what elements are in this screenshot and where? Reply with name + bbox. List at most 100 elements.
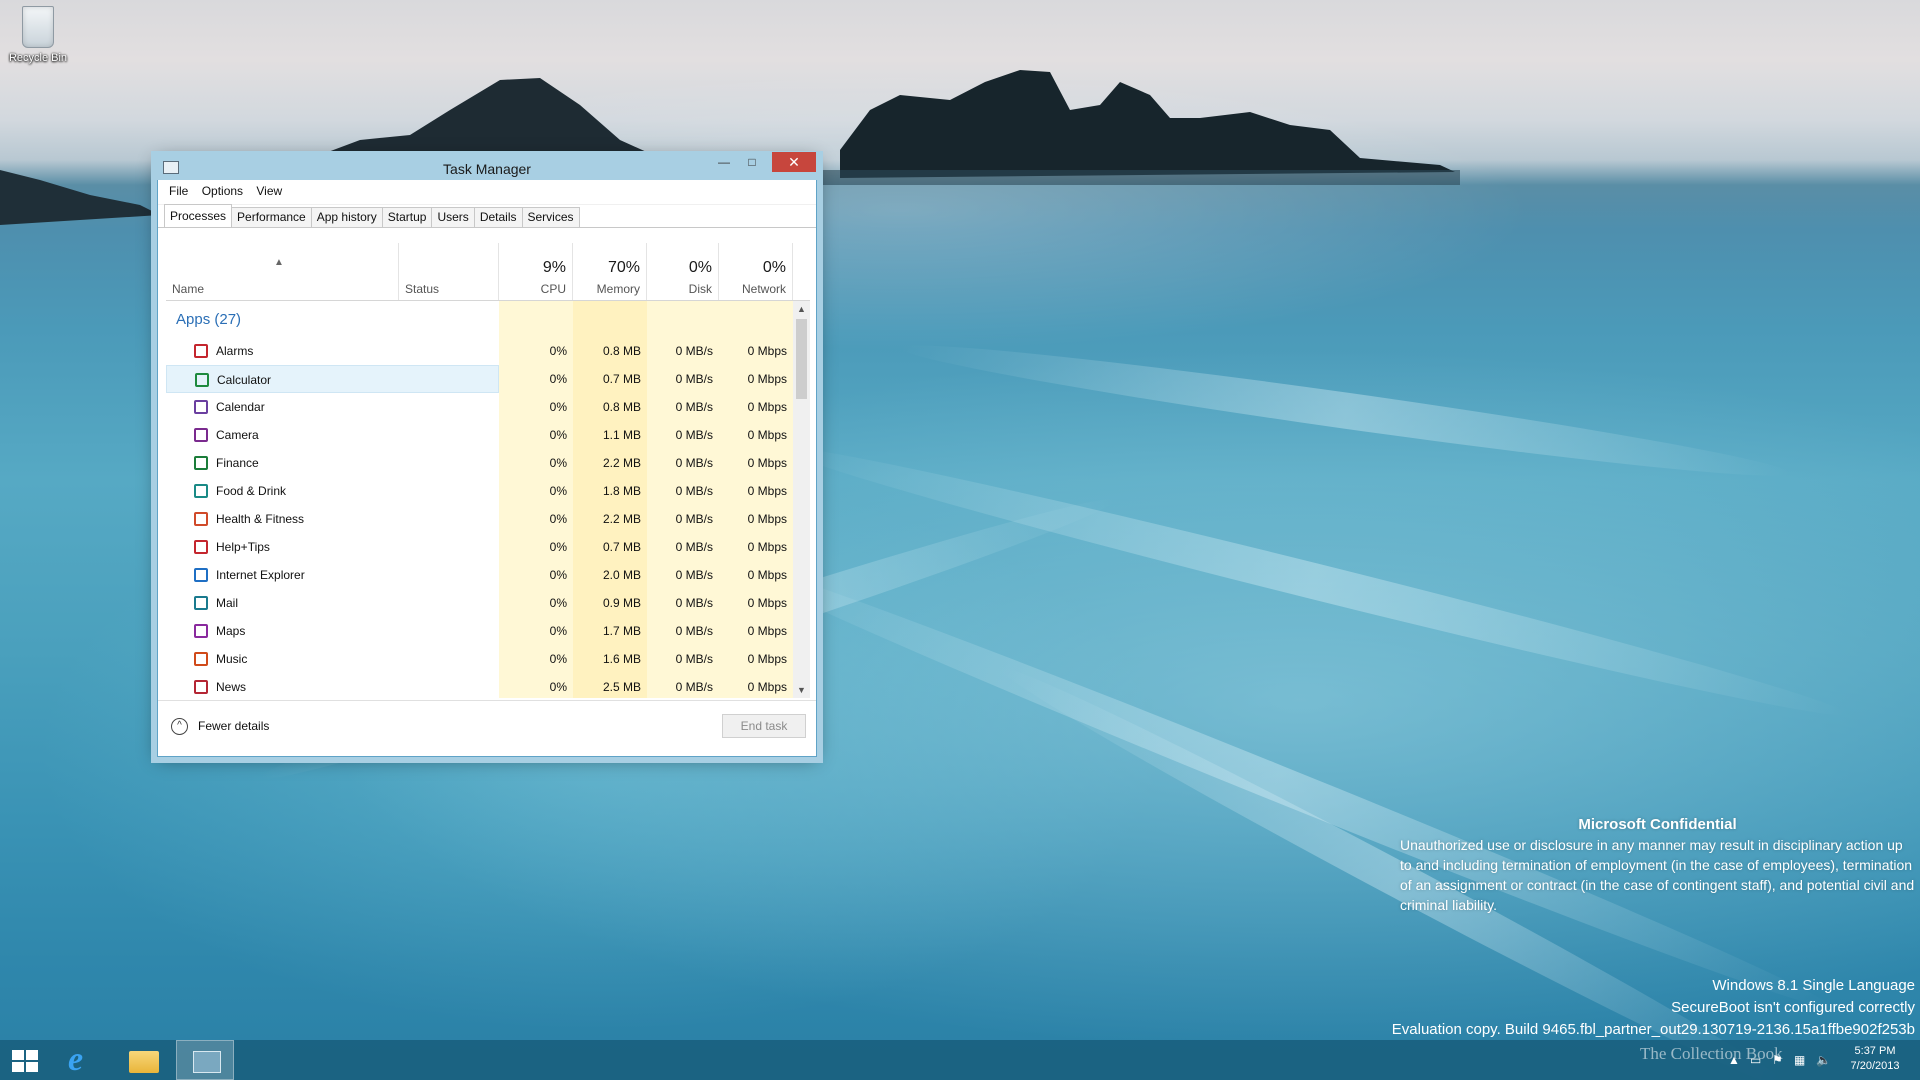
cell-disk: 0 MB/s [647, 505, 719, 533]
table-row[interactable]: Finance 0% 2.2 MB 0 MB/s 0 Mbps [166, 449, 793, 477]
build-edition: Windows 8.1 Single Language [1712, 977, 1915, 994]
cell-disk: 0 MB/s [647, 561, 719, 589]
column-header-name[interactable]: ▲ Name [166, 243, 399, 300]
taskbar-file-explorer[interactable] [116, 1040, 172, 1080]
tab-performance[interactable]: Performance [231, 207, 312, 227]
health-fitness-icon [194, 512, 208, 526]
cell-disk: 0 MB/s [647, 477, 719, 505]
cell-network: 0 Mbps [719, 645, 793, 673]
table-row[interactable]: Food & Drink 0% 1.8 MB 0 MB/s 0 Mbps [166, 477, 793, 505]
tab-services[interactable]: Services [521, 207, 580, 227]
cell-name: Alarms [166, 337, 499, 365]
chevron-up-icon[interactable]: ^ [171, 718, 188, 735]
show-hidden-icons-icon[interactable]: ▲ [1728, 1053, 1740, 1067]
tab-startup[interactable]: Startup [381, 207, 433, 227]
menu-file[interactable]: File [164, 182, 193, 200]
cell-memory: 0.8 MB [573, 337, 647, 365]
vertical-scrollbar[interactable]: ▲ ▼ [793, 301, 810, 698]
cell-memory: 2.0 MB [573, 561, 647, 589]
table-body: Apps (27) Alarms 0% 0.8 MB 0 MB/s 0 Mbps Calc… [166, 301, 793, 698]
column-header-disk[interactable]: 0% Disk [647, 243, 719, 300]
table-row[interactable]: News 0% 2.5 MB 0 MB/s 0 Mbps [166, 673, 793, 698]
cell-cpu: 0% [499, 449, 573, 477]
tab-strip: Processes Performance App history Startu… [158, 204, 816, 228]
cell-network: 0 Mbps [719, 617, 793, 645]
menu-view[interactable]: View [251, 182, 287, 200]
scroll-down-icon[interactable]: ▼ [793, 682, 810, 698]
taskbar-internet-explorer[interactable]: e [56, 1040, 112, 1080]
table-row[interactable]: Music 0% 1.6 MB 0 MB/s 0 Mbps [166, 645, 793, 673]
taskbar: e The Collection Book ▲ ▭ ⚑ ▦ 🔈 5:37 PM … [0, 1040, 1920, 1080]
cell-disk: 0 MB/s [647, 365, 719, 393]
internet-explorer-icon [194, 568, 208, 582]
cell-cpu: 0% [499, 477, 573, 505]
table-row[interactable]: Camera 0% 1.1 MB 0 MB/s 0 Mbps [166, 421, 793, 449]
process-name: Calendar [216, 400, 265, 414]
tab-app-history[interactable]: App history [310, 207, 383, 227]
process-name: Music [216, 652, 248, 666]
process-name: Health & Fitness [216, 512, 305, 526]
recycle-bin-shortcut[interactable]: Recycle Bin [4, 6, 72, 64]
menu-options[interactable]: Options [197, 182, 248, 200]
process-table: ▲ Name Status 9% CPU 70% Memory 0% Disk [166, 243, 810, 698]
cell-network: 0 Mbps [719, 477, 793, 505]
cell-memory: 1.8 MB [573, 477, 647, 505]
table-row[interactable]: Help+Tips 0% 0.7 MB 0 MB/s 0 Mbps [166, 533, 793, 561]
column-header-status[interactable]: Status [399, 243, 499, 300]
cell-name: Food & Drink [166, 477, 499, 505]
folder-icon [129, 1051, 159, 1073]
tab-processes[interactable]: Processes [164, 204, 233, 227]
confidential-watermark: Microsoft Confidential Unauthorized use … [1400, 815, 1915, 915]
table-row[interactable]: Calendar 0% 0.8 MB 0 MB/s 0 Mbps [166, 393, 793, 421]
end-task-button[interactable]: End task [722, 714, 806, 738]
tab-details[interactable]: Details [473, 207, 523, 227]
process-name: Maps [216, 624, 246, 638]
group-row-apps[interactable]: Apps (27) [166, 301, 793, 337]
battery-icon[interactable]: ▭ [1750, 1053, 1761, 1067]
table-header: ▲ Name Status 9% CPU 70% Memory 0% Disk [166, 243, 810, 301]
column-header-network[interactable]: 0% Network [719, 243, 793, 300]
table-row[interactable]: Alarms 0% 0.8 MB 0 MB/s 0 Mbps [166, 337, 793, 365]
table-row[interactable]: Internet Explorer 0% 2.0 MB 0 MB/s 0 Mbps [166, 561, 793, 589]
action-center-flag-icon[interactable]: ⚑ [1772, 1053, 1783, 1067]
cell-disk: 0 MB/s [647, 673, 719, 698]
process-name: Food & Drink [216, 484, 287, 498]
task-manager-window: Task Manager — □ ✕ File Options View Pro… [152, 152, 822, 757]
windows-logo-icon [12, 1050, 38, 1072]
clock-date: 7/20/2013 [1850, 1060, 1900, 1072]
cell-name: Music [166, 645, 499, 673]
clock[interactable]: 5:37 PM 7/20/2013 [1840, 1044, 1910, 1074]
camera-icon [194, 428, 208, 442]
table-row[interactable]: Calculator 0% 0.7 MB 0 MB/s 0 Mbps [166, 365, 793, 393]
taskbar-task-manager[interactable] [176, 1040, 234, 1080]
desktop: Recycle Bin Task Manager — □ ✕ File Opti… [0, 0, 1920, 1080]
column-header-memory[interactable]: 70% Memory [573, 243, 647, 300]
build-number: Evaluation copy. Build 9465.fbl_partner_… [1391, 1021, 1915, 1038]
column-header-cpu[interactable]: 9% CPU [499, 243, 573, 300]
scroll-thumb[interactable] [796, 319, 807, 399]
cell-memory: 1.7 MB [573, 617, 647, 645]
cell-name: Camera [166, 421, 499, 449]
table-row[interactable]: Maps 0% 1.7 MB 0 MB/s 0 Mbps [166, 617, 793, 645]
cell-memory: 0.9 MB [573, 589, 647, 617]
table-row[interactable]: Health & Fitness 0% 2.2 MB 0 MB/s 0 Mbps [166, 505, 793, 533]
help-tips-icon [194, 540, 208, 554]
network-icon[interactable]: ▦ [1794, 1053, 1805, 1067]
table-row[interactable]: Mail 0% 0.9 MB 0 MB/s 0 Mbps [166, 589, 793, 617]
close-button[interactable]: ✕ [772, 152, 816, 172]
start-button[interactable] [0, 1040, 56, 1080]
cell-name: News [166, 673, 499, 698]
minimize-button[interactable]: — [710, 152, 738, 172]
cell-cpu: 0% [499, 673, 573, 698]
tab-users[interactable]: Users [431, 207, 475, 227]
fewer-details-link[interactable]: Fewer details [198, 719, 269, 733]
mail-icon [194, 596, 208, 610]
wave-streak [775, 430, 1852, 732]
volume-icon[interactable]: 🔈 [1816, 1053, 1831, 1067]
maximize-button[interactable]: □ [738, 152, 766, 172]
cell-memory: 0.7 MB [573, 365, 647, 393]
cell-name: Help+Tips [166, 533, 499, 561]
cell-memory: 2.2 MB [573, 505, 647, 533]
title-bar[interactable]: Task Manager — □ ✕ [152, 152, 822, 180]
scroll-up-icon[interactable]: ▲ [793, 301, 810, 317]
